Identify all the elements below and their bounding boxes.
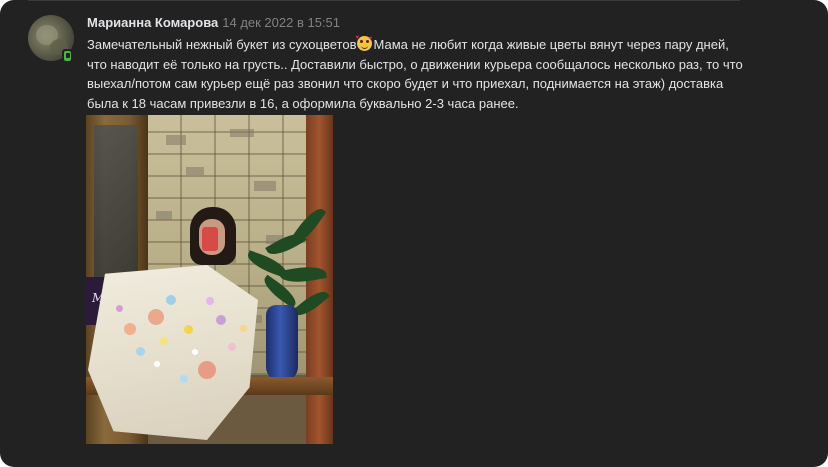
review-photo[interactable]: M.Dec [86, 115, 333, 444]
mobile-online-icon [62, 49, 73, 63]
smiling-face-with-hearts-icon: ♥ ♥ [355, 35, 373, 51]
review-header: Марианна Комарова 14 дек 2022 в 15:51 [87, 15, 340, 31]
divider [28, 0, 740, 1]
review-text: Замечательный нежный букет из сухоцветов… [87, 35, 747, 113]
photo-bouquet [96, 275, 276, 395]
review-date[interactable]: 14 дек 2022 в 15:51 [222, 15, 340, 30]
author-name[interactable]: Марианна Комарова [87, 15, 218, 30]
review-card: Марианна Комарова 14 дек 2022 в 15:51 Зам… [0, 0, 828, 467]
review-text-part-1: Замечательный нежный букет из сухоцветов [87, 37, 357, 52]
